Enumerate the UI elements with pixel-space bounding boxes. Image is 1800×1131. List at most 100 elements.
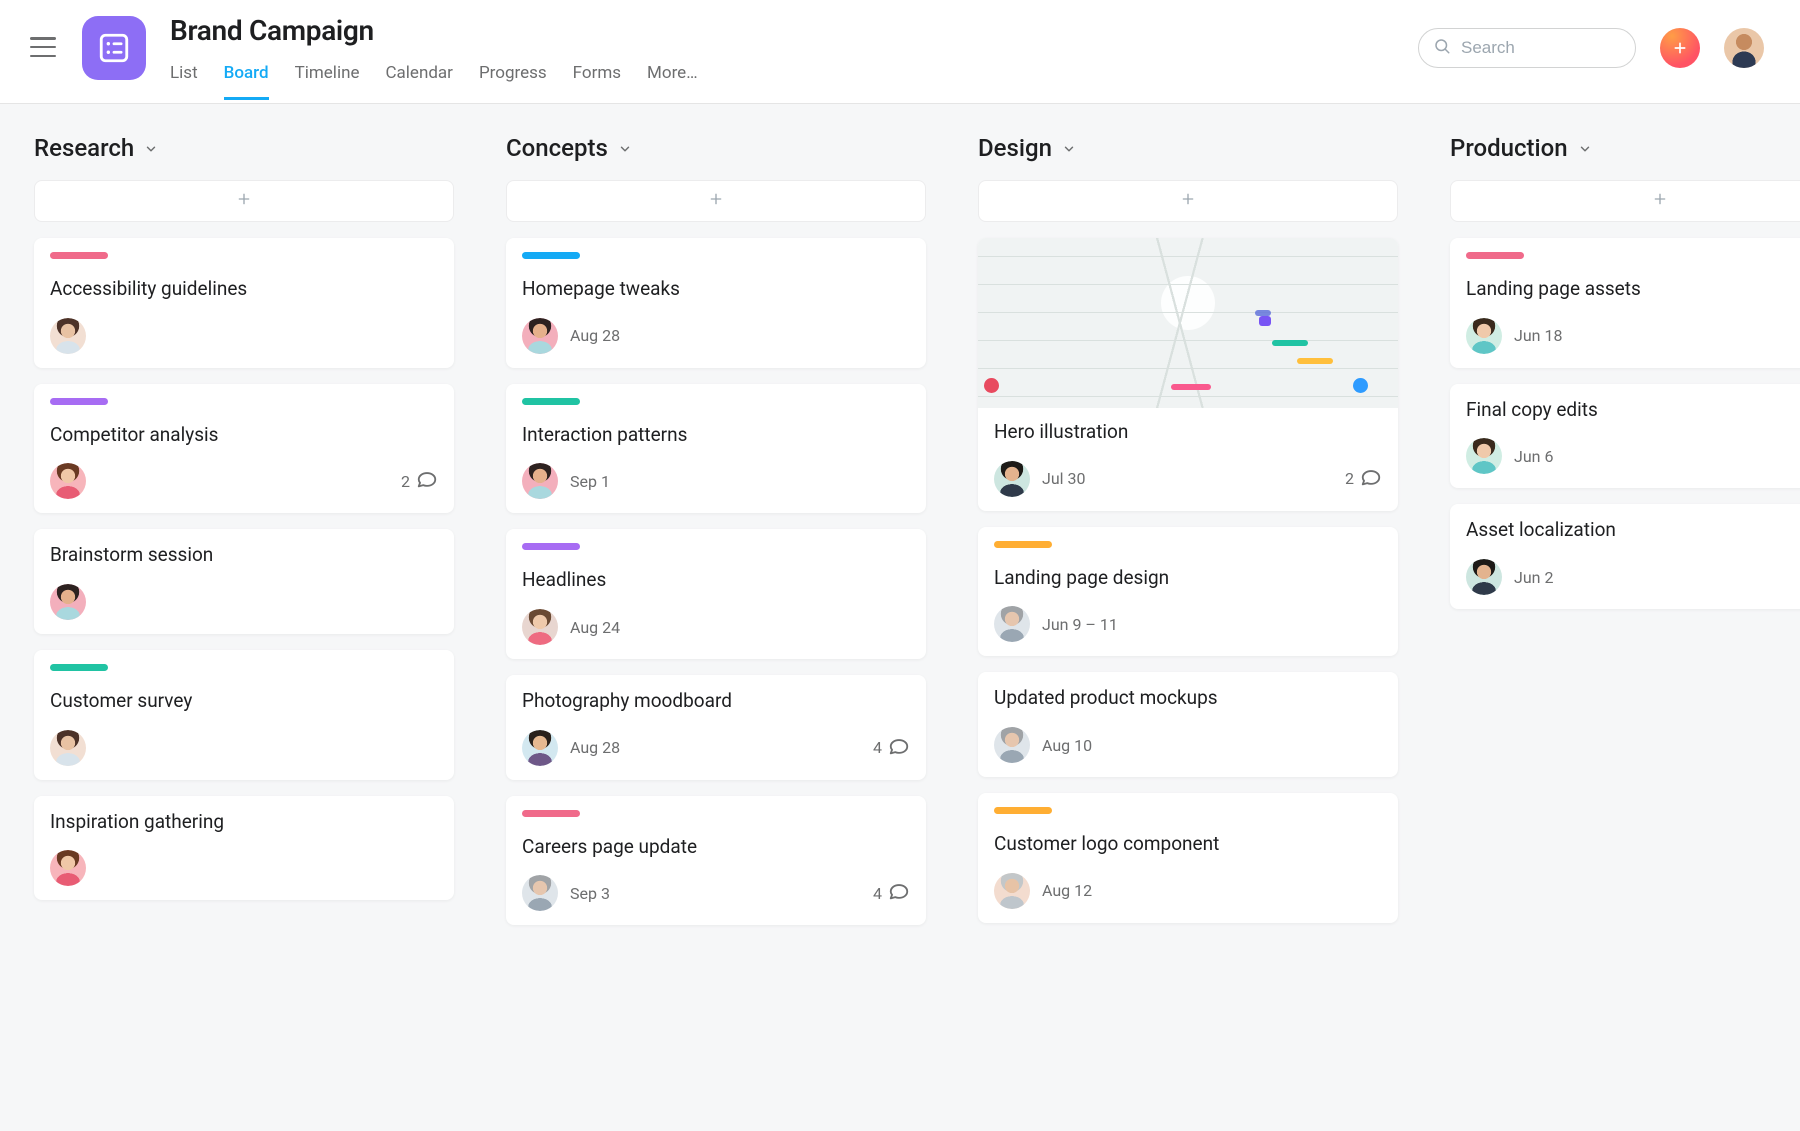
assignee-avatar[interactable] [50,850,86,886]
assignee-avatar[interactable] [522,875,558,911]
card-footer: Aug 24 [522,609,910,645]
task-card[interactable]: Customer survey [34,650,454,780]
card-title: Homepage tweaks [522,277,680,300]
add-card-button[interactable] [1450,180,1800,222]
column-header[interactable]: Design [978,134,1398,162]
global-add-button[interactable] [1660,28,1700,68]
assignee-avatar[interactable] [1466,318,1502,354]
search-input[interactable] [1461,38,1621,58]
chevron-down-icon [144,134,158,162]
task-card[interactable]: Interaction patterns Sep 1 [506,384,926,514]
tab-progress[interactable]: Progress [479,63,547,100]
header-main: Brand Campaign ListBoardTimelineCalendar… [170,12,698,100]
task-card[interactable]: Final copy edits Jun 6 [1450,384,1800,489]
task-card[interactable]: Accessibility guidelines [34,238,454,368]
task-card[interactable]: Careers page updateSep 34 [506,796,926,926]
task-card[interactable]: Asset localizationJun 2 [1450,504,1800,609]
task-card[interactable]: Updated product mockups Aug 10 [978,672,1398,777]
comment-count[interactable]: 4 [873,735,910,761]
card-due-date: Jun 6 [1514,447,1553,466]
task-card[interactable]: Photography moodboardAug 284 [506,675,926,780]
card-footer: Jun 2 [1466,559,1800,595]
task-card[interactable]: Headlines Aug 24 [506,529,926,659]
card-title: Hero illustration [994,420,1128,443]
assignee-avatar[interactable] [1466,559,1502,595]
card-due-date: Jun 18 [1514,326,1562,345]
search-icon [1433,37,1451,59]
column-header[interactable]: Production [1450,134,1800,162]
card-title: Landing page design [994,566,1169,589]
comment-count[interactable]: 2 [401,468,438,494]
assignee-avatar[interactable] [522,463,558,499]
card-tag [994,807,1052,814]
card-cover-image [978,238,1398,408]
card-footer: Aug 28 [522,318,910,354]
tab-more[interactable]: More… [647,63,698,100]
tab-calendar[interactable]: Calendar [385,63,452,100]
tab-list[interactable]: List [170,63,198,100]
assignee-avatar[interactable] [1466,438,1502,474]
card-title: Headlines [522,568,606,591]
tab-board[interactable]: Board [224,63,269,100]
card-tag [522,398,580,405]
task-card[interactable]: Landing page design Jun 9 – 11 [978,527,1398,657]
tab-forms[interactable]: Forms [573,63,621,100]
project-icon[interactable] [82,16,146,80]
column-title: Production [1450,134,1568,162]
card-footer: Jun 9 – 11 [994,606,1382,642]
card-due-date: Aug 28 [570,738,620,757]
task-card[interactable]: Homepage tweaks Aug 28 [506,238,926,368]
assignee-avatar[interactable] [994,727,1030,763]
assignee-avatar[interactable] [50,730,86,766]
card-footer [50,318,438,354]
task-card[interactable]: Inspiration gathering [34,796,454,901]
plus-icon [708,191,724,211]
add-card-button[interactable] [34,180,454,222]
menu-toggle-button[interactable] [28,32,58,62]
assignee-avatar[interactable] [522,318,558,354]
user-avatar[interactable] [1724,28,1764,68]
task-card[interactable]: Landing page assets Jun 18 [1450,238,1800,368]
assignee-avatar[interactable] [994,873,1030,909]
card-due-date: Aug 24 [570,618,620,637]
add-card-button[interactable] [978,180,1398,222]
task-card[interactable]: Customer logo componentAug 12 [978,793,1398,923]
card-footer: Aug 12 [994,873,1382,909]
assignee-avatar[interactable] [50,318,86,354]
card-title: Final copy edits [1466,398,1598,421]
assignee-avatar[interactable] [50,584,86,620]
comment-icon [888,735,910,761]
column-title: Research [34,134,134,162]
task-card[interactable]: Hero illustrationJul 302 [978,238,1398,511]
card-due-date: Aug 28 [570,326,620,345]
card-footer: Sep 1 [522,463,910,499]
column-header[interactable]: Concepts [506,134,926,162]
assignee-avatar[interactable] [522,730,558,766]
card-footer: Aug 10 [994,727,1382,763]
task-card[interactable]: Brainstorm session [34,529,454,634]
assignee-avatar[interactable] [50,463,86,499]
card-title: Updated product mockups [994,686,1218,709]
column-header[interactable]: Research [34,134,454,162]
comment-count[interactable]: 2 [1345,466,1382,492]
assignee-avatar[interactable] [994,461,1030,497]
card-tag [522,810,580,817]
add-card-button[interactable] [506,180,926,222]
search-box[interactable] [1418,28,1636,68]
card-due-date: Aug 12 [1042,881,1092,900]
assignee-avatar[interactable] [522,609,558,645]
card-due-date: Sep 1 [570,472,610,491]
card-title: Interaction patterns [522,423,687,446]
plus-icon [236,191,252,211]
column-research: Research Accessibility guidelines Competit… [34,134,454,1131]
card-footer [50,584,438,620]
plus-icon [1652,191,1668,211]
card-title: Landing page assets [1466,277,1641,300]
column-concepts: Concepts Homepage tweaks Aug 28 Interaction… [506,134,926,1131]
assignee-avatar[interactable] [994,606,1030,642]
comment-count[interactable]: 4 [873,880,910,906]
comment-icon [888,880,910,906]
tab-timeline[interactable]: Timeline [295,63,360,100]
chevron-down-icon [1578,134,1592,162]
task-card[interactable]: Competitor analysis2 [34,384,454,514]
